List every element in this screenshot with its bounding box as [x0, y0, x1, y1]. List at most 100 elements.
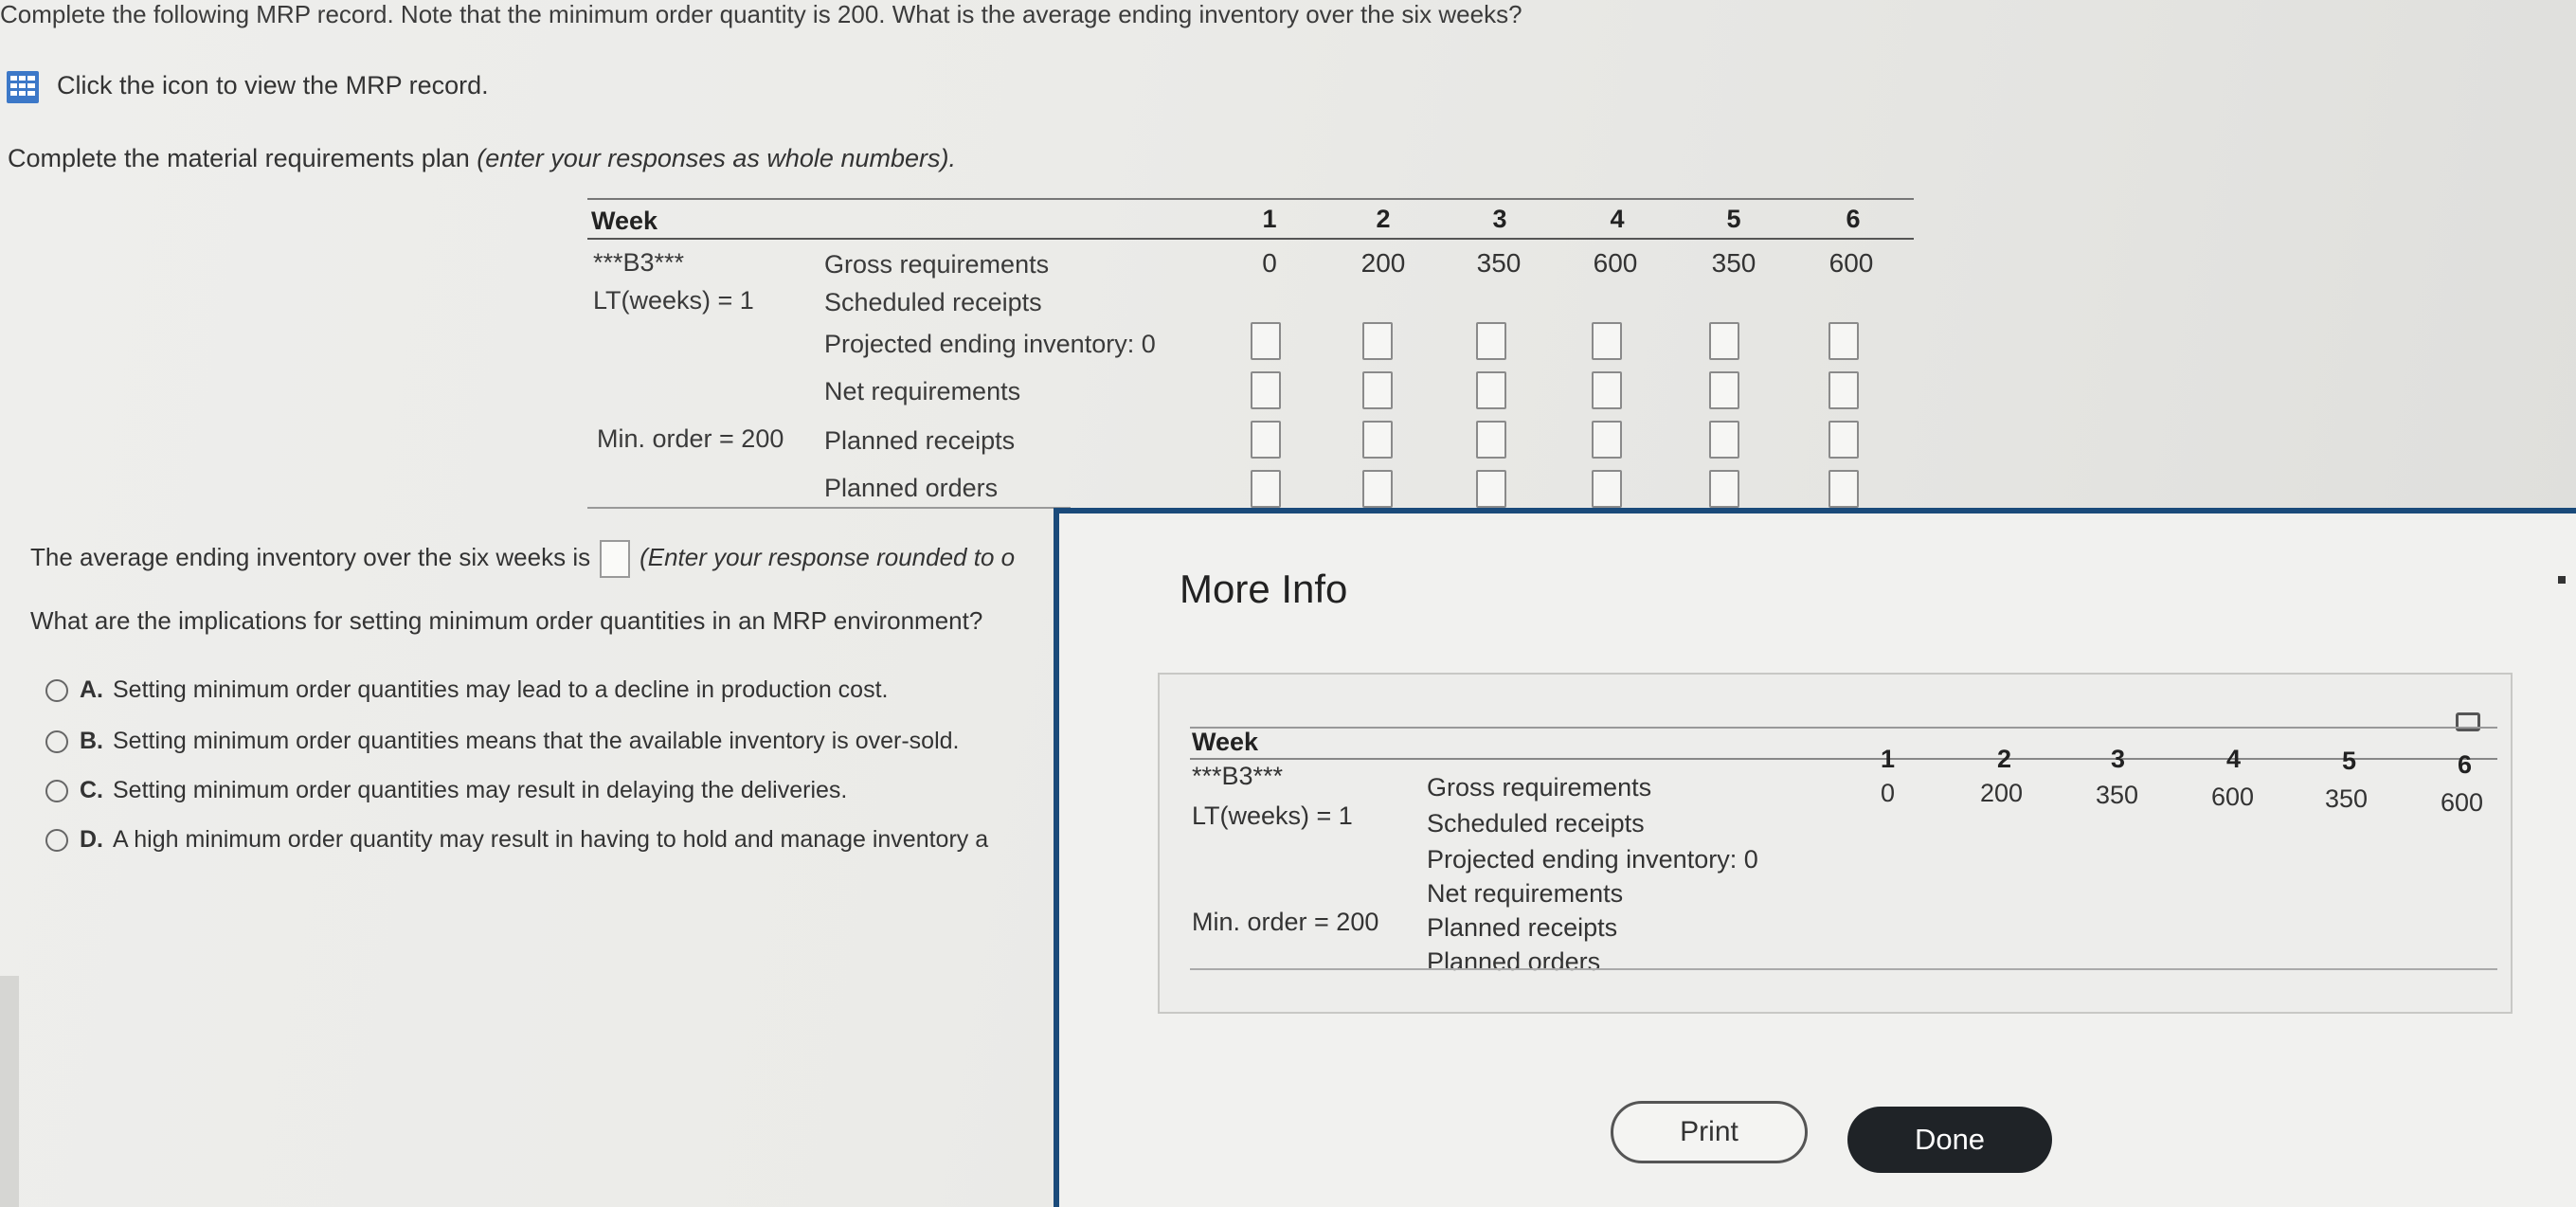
week-4: 4 — [1610, 205, 1625, 233]
option-c-text: Setting minimum order quantities may res… — [113, 777, 848, 803]
input-net-week-5[interactable] — [1709, 371, 1739, 409]
row-net-requirements: Net requirements — [824, 377, 1021, 405]
table-bottom-rule — [587, 507, 1071, 509]
gross-week-3: 350 — [1476, 248, 1522, 278]
input-planned-receipts-week-3[interactable] — [1476, 421, 1506, 459]
scroll-indicator — [2558, 576, 2566, 584]
instruction-italic: (enter your responses as whole numbers). — [477, 144, 956, 172]
modal-row-scheduled: Scheduled receipts — [1427, 809, 1645, 838]
option-a-text: Setting minimum order quantities may lea… — [113, 676, 889, 703]
row-planned-receipts: Planned receipts — [824, 426, 1016, 455]
input-planned-receipts-week-2[interactable] — [1362, 421, 1393, 459]
input-planned-receipts-week-6[interactable] — [1828, 421, 1859, 459]
modal-gross-4: 600 — [2211, 783, 2255, 811]
modal-row-projected: Projected ending inventory: 0 — [1427, 845, 1758, 874]
input-planned-orders-week-3[interactable] — [1476, 470, 1506, 508]
avg-inventory-line: The average ending inventory over the si… — [30, 540, 1015, 578]
min-order-label: Min. order = 200 — [597, 424, 784, 453]
modal-week-3: 3 — [2111, 745, 2126, 773]
radio-a[interactable] — [45, 679, 68, 703]
gross-week-5: 350 — [1711, 248, 1756, 278]
week-header: Week — [591, 207, 658, 235]
print-button[interactable]: Print — [1611, 1101, 1808, 1163]
modal-table-header-rule — [1190, 758, 2497, 760]
modal-lead-time: LT(weeks) = 1 — [1192, 802, 1353, 830]
input-planned-orders-week-5[interactable] — [1709, 470, 1739, 508]
option-b[interactable]: B. Setting minimum order quantities means… — [45, 728, 960, 755]
week-3: 3 — [1492, 205, 1507, 233]
input-projected-week-1[interactable] — [1251, 322, 1281, 360]
gross-week-1: 0 — [1262, 248, 1277, 278]
input-planned-orders-week-6[interactable] — [1828, 470, 1859, 508]
week-2: 2 — [1376, 205, 1391, 233]
input-net-week-6[interactable] — [1828, 371, 1859, 409]
radio-b[interactable] — [45, 730, 68, 754]
modal-row-planned-orders: Planned orders — [1427, 947, 1601, 976]
modal-min-order: Min. order = 200 — [1192, 908, 1379, 936]
input-net-week-4[interactable] — [1592, 371, 1622, 409]
grid-table-icon[interactable] — [6, 70, 40, 104]
instruction-text: Complete the material requirements plan … — [8, 144, 956, 173]
modal-row-gross: Gross requirements — [1427, 773, 1652, 802]
option-a-letter: A. — [80, 676, 103, 703]
week-6: 6 — [1846, 205, 1861, 233]
input-planned-receipts-week-5[interactable] — [1709, 421, 1739, 459]
table-top-rule — [587, 198, 1914, 200]
modal-gross-3: 350 — [2096, 781, 2139, 809]
input-projected-week-5[interactable] — [1709, 322, 1739, 360]
input-projected-week-3[interactable] — [1476, 322, 1506, 360]
option-b-text: Setting minimum order quantities means t… — [113, 728, 960, 754]
input-planned-orders-week-2[interactable] — [1362, 470, 1393, 508]
row-projected-ending-inventory: Projected ending inventory: 0 — [824, 330, 1156, 358]
modal-week-2: 2 — [1997, 745, 2012, 773]
modal-gross-5: 350 — [2325, 784, 2369, 813]
view-mrp-link[interactable]: Click the icon to view the MRP record. — [57, 71, 489, 100]
modal-table-top-rule — [1190, 727, 2497, 729]
input-planned-receipts-week-4[interactable] — [1592, 421, 1622, 459]
option-a[interactable]: A. Setting minimum order quantities may l… — [45, 676, 888, 704]
modal-week-4: 4 — [2226, 745, 2242, 773]
modal-week-5: 5 — [2342, 747, 2357, 775]
modal-week-6: 6 — [2458, 750, 2473, 779]
done-button[interactable]: Done — [1847, 1107, 2052, 1173]
option-d[interactable]: D. A high minimum order quantity may resu… — [45, 826, 988, 854]
radio-d[interactable] — [45, 829, 68, 853]
input-planned-orders-week-4[interactable] — [1592, 470, 1622, 508]
table-header-rule — [587, 238, 1914, 240]
input-net-week-2[interactable] — [1362, 371, 1393, 409]
input-planned-orders-week-1[interactable] — [1251, 470, 1281, 508]
modal-item-label: ***B3*** — [1192, 762, 1284, 790]
question-text: Complete the following MRP record. Note … — [0, 0, 1522, 28]
instruction-main: Complete the material requirements plan — [8, 144, 477, 172]
radio-c[interactable] — [45, 780, 68, 803]
modal-week-1: 1 — [1881, 745, 1896, 773]
input-projected-week-6[interactable] — [1828, 322, 1859, 360]
avg-inventory-input[interactable] — [600, 540, 631, 578]
modal-row-planned-receipts: Planned receipts — [1427, 913, 1618, 942]
modal-row-net: Net requirements — [1427, 879, 1624, 908]
print-icon[interactable] — [2456, 712, 2480, 731]
input-projected-week-4[interactable] — [1592, 322, 1622, 360]
option-c-letter: C. — [80, 777, 103, 803]
option-b-letter: B. — [80, 728, 103, 754]
input-projected-week-2[interactable] — [1362, 322, 1393, 360]
option-d-text: A high minimum order quantity may result… — [113, 826, 989, 853]
modal-gross-6: 600 — [2441, 788, 2484, 817]
modal-gross-1: 0 — [1881, 779, 1896, 807]
option-d-letter: D. — [80, 826, 103, 853]
item-label: ***B3*** — [593, 248, 685, 277]
modal-gross-2: 200 — [1980, 779, 2024, 807]
gross-week-4: 600 — [1593, 248, 1638, 278]
modal-table-panel — [1158, 673, 2513, 1014]
lead-time-label: LT(weeks) = 1 — [593, 286, 754, 315]
input-planned-receipts-week-1[interactable] — [1251, 421, 1281, 459]
input-net-week-1[interactable] — [1251, 371, 1281, 409]
gross-week-2: 200 — [1360, 248, 1406, 278]
modal-title: More Info — [1180, 567, 1348, 611]
option-c[interactable]: C. Setting minimum order quantities may r… — [45, 777, 847, 804]
page-edge-shadow — [0, 976, 19, 1207]
row-planned-orders: Planned orders — [824, 474, 999, 502]
implications-question: What are the implications for setting mi… — [30, 606, 983, 635]
input-net-week-3[interactable] — [1476, 371, 1506, 409]
row-gross-requirements: Gross requirements — [824, 250, 1050, 279]
